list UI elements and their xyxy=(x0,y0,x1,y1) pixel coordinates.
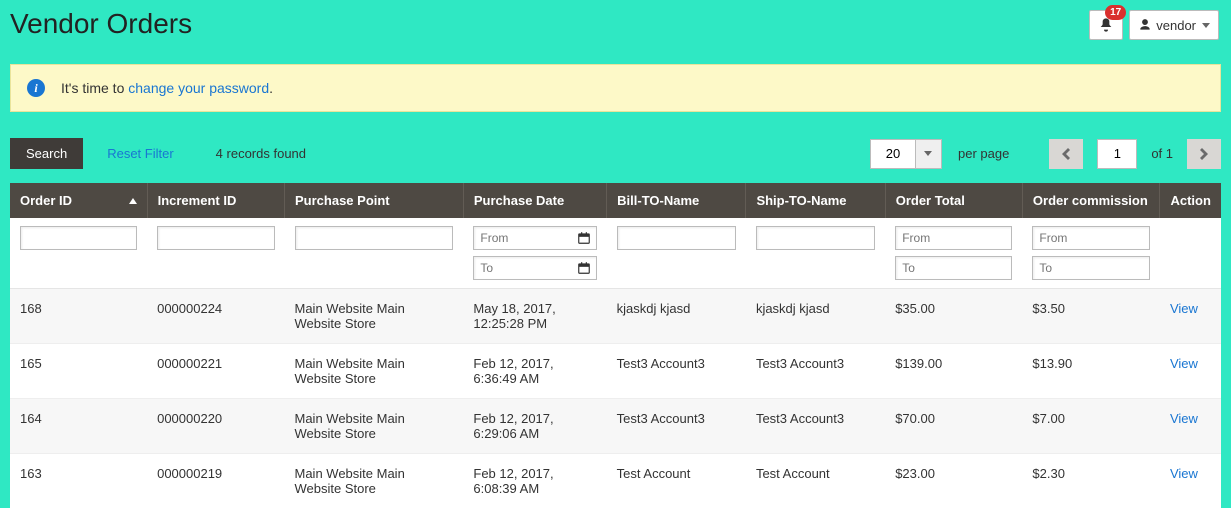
view-link[interactable]: View xyxy=(1170,411,1198,426)
filter-purchase-point[interactable] xyxy=(295,226,454,250)
notice-banner: i It's time to change your password. xyxy=(10,64,1221,112)
cell-purchase-point: Main Website Main Website Store xyxy=(285,289,464,344)
cell-commission: $3.50 xyxy=(1022,289,1160,344)
table-row: 164000000220Main Website Main Website St… xyxy=(10,399,1221,454)
cell-increment-id: 000000219 xyxy=(147,454,284,508)
cell-bill-to: Test3 Account3 xyxy=(607,399,746,454)
cell-purchase-date: Feb 12, 2017, 6:08:39 AM xyxy=(463,454,606,508)
cell-ship-to: Test3 Account3 xyxy=(746,399,885,454)
page-number-input[interactable] xyxy=(1097,139,1137,169)
view-link[interactable]: View xyxy=(1170,301,1198,316)
cell-increment-id: 000000224 xyxy=(147,289,284,344)
col-purchase-point[interactable]: Purchase Point xyxy=(285,183,464,218)
col-order-id[interactable]: Order ID xyxy=(10,183,147,218)
cell-order-id: 163 xyxy=(10,454,147,508)
cell-purchase-point: Main Website Main Website Store xyxy=(285,454,464,508)
col-ship-to[interactable]: Ship-TO-Name xyxy=(746,183,885,218)
cell-ship-to: Test3 Account3 xyxy=(746,344,885,399)
user-name: vendor xyxy=(1156,18,1196,33)
reset-filter-link[interactable]: Reset Filter xyxy=(107,146,173,161)
filter-total-to[interactable] xyxy=(895,256,1012,280)
notification-badge: 17 xyxy=(1105,5,1126,20)
col-purchase-date[interactable]: Purchase Date xyxy=(463,183,606,218)
col-commission[interactable]: Order commission xyxy=(1022,183,1160,218)
cell-action: View xyxy=(1160,289,1221,344)
cell-purchase-point: Main Website Main Website Store xyxy=(285,399,464,454)
cell-bill-to: Test3 Account3 xyxy=(607,344,746,399)
filter-row xyxy=(10,218,1221,289)
calendar-icon[interactable] xyxy=(575,259,593,277)
user-menu-button[interactable]: vendor xyxy=(1129,10,1219,40)
filter-commission-from[interactable] xyxy=(1032,226,1150,250)
cell-order-total: $139.00 xyxy=(885,344,1022,399)
cell-order-total: $70.00 xyxy=(885,399,1022,454)
prev-page-button[interactable] xyxy=(1049,139,1083,169)
next-page-button[interactable] xyxy=(1187,139,1221,169)
cell-order-total: $35.00 xyxy=(885,289,1022,344)
filter-ship-to[interactable] xyxy=(756,226,875,250)
user-icon xyxy=(1138,18,1152,32)
cell-commission: $2.30 xyxy=(1022,454,1160,508)
per-page-input[interactable] xyxy=(870,139,916,169)
filter-commission-to[interactable] xyxy=(1032,256,1150,280)
cell-order-total: $23.00 xyxy=(885,454,1022,508)
col-increment-id[interactable]: Increment ID xyxy=(147,183,284,218)
filter-total-from[interactable] xyxy=(895,226,1012,250)
cell-action: View xyxy=(1160,344,1221,399)
cell-commission: $7.00 xyxy=(1022,399,1160,454)
view-link[interactable]: View xyxy=(1170,356,1198,371)
sort-asc-icon xyxy=(129,198,137,204)
table-row: 165000000221Main Website Main Website St… xyxy=(10,344,1221,399)
cell-order-id: 168 xyxy=(10,289,147,344)
search-button[interactable]: Search xyxy=(10,138,83,169)
chevron-down-icon xyxy=(1202,23,1210,28)
col-action: Action xyxy=(1160,183,1221,218)
chevron-right-icon xyxy=(1200,148,1208,160)
table-row: 163000000219Main Website Main Website St… xyxy=(10,454,1221,508)
page-title: Vendor Orders xyxy=(10,8,192,40)
col-bill-to[interactable]: Bill-TO-Name xyxy=(607,183,746,218)
cell-increment-id: 000000221 xyxy=(147,344,284,399)
cell-purchase-date: Feb 12, 2017, 6:29:06 AM xyxy=(463,399,606,454)
notifications-button[interactable]: 17 xyxy=(1089,10,1123,40)
cell-increment-id: 000000220 xyxy=(147,399,284,454)
cell-action: View xyxy=(1160,454,1221,508)
cell-purchase-point: Main Website Main Website Store xyxy=(285,344,464,399)
notice-prefix: It's time to xyxy=(61,80,128,96)
cell-bill-to: kjaskdj kjasd xyxy=(607,289,746,344)
notice-suffix: . xyxy=(269,80,273,96)
cell-ship-to: kjaskdj kjasd xyxy=(746,289,885,344)
orders-table: Order ID Increment ID Purchase Point Pur… xyxy=(10,183,1221,508)
per-page-dropdown-button[interactable] xyxy=(916,139,942,169)
cell-purchase-date: May 18, 2017, 12:25:28 PM xyxy=(463,289,606,344)
cell-order-id: 164 xyxy=(10,399,147,454)
calendar-icon[interactable] xyxy=(575,229,593,247)
cell-action: View xyxy=(1160,399,1221,454)
cell-ship-to: Test Account xyxy=(746,454,885,508)
chevron-left-icon xyxy=(1062,148,1070,160)
info-icon: i xyxy=(27,79,45,97)
cell-commission: $13.90 xyxy=(1022,344,1160,399)
per-page-label: per page xyxy=(958,146,1009,161)
of-pages-label: of 1 xyxy=(1151,146,1173,161)
filter-bill-to[interactable] xyxy=(617,226,736,250)
col-order-total[interactable]: Order Total xyxy=(885,183,1022,218)
table-row: 168000000224Main Website Main Website St… xyxy=(10,289,1221,344)
change-password-link[interactable]: change your password xyxy=(128,80,269,96)
chevron-down-icon xyxy=(924,151,932,156)
cell-purchase-date: Feb 12, 2017, 6:36:49 AM xyxy=(463,344,606,399)
cell-order-id: 165 xyxy=(10,344,147,399)
cell-bill-to: Test Account xyxy=(607,454,746,508)
view-link[interactable]: View xyxy=(1170,466,1198,481)
records-found-text: 4 records found xyxy=(216,146,306,161)
filter-order-id[interactable] xyxy=(20,226,137,250)
filter-increment-id[interactable] xyxy=(157,226,274,250)
